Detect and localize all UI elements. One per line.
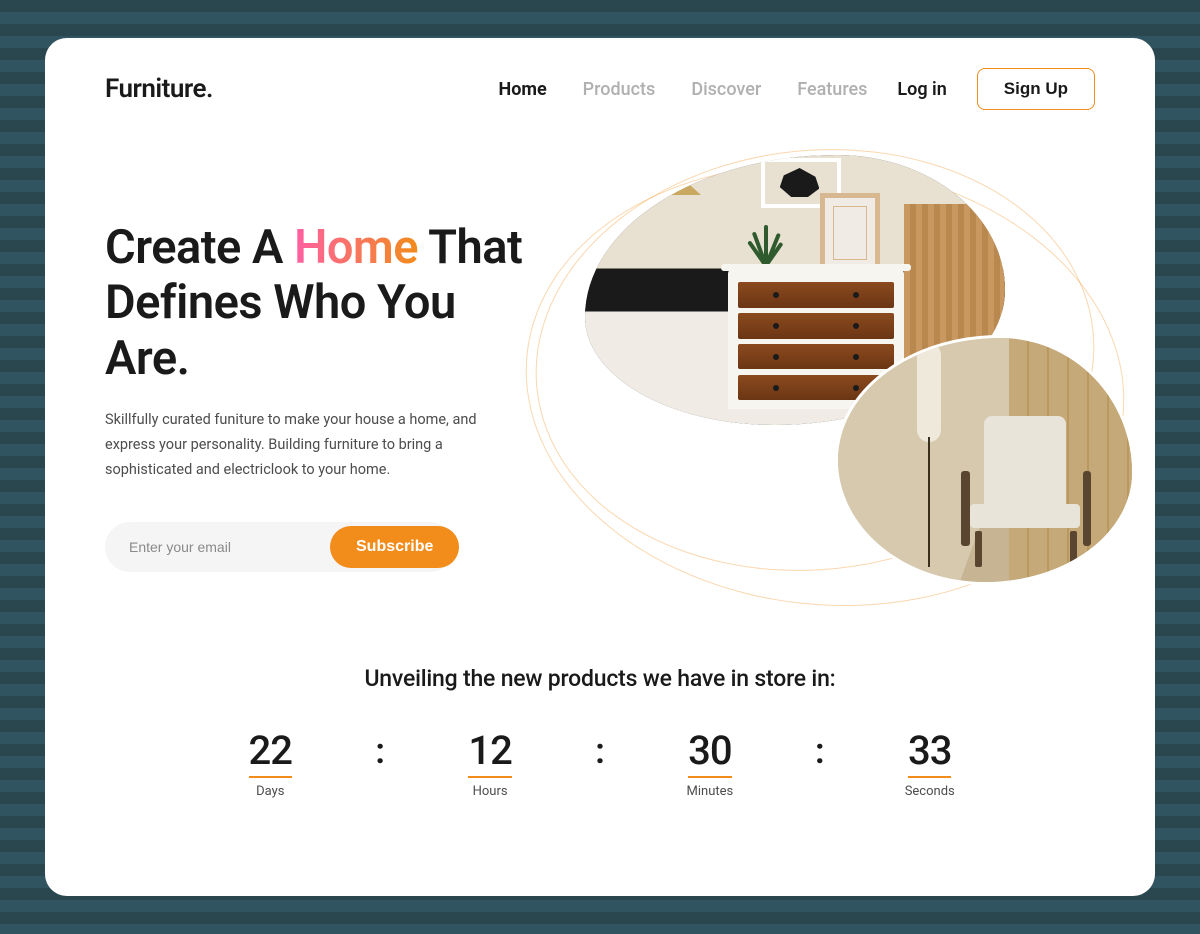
hero-section: Create A Home That Defines Who You Are. …: [105, 155, 1095, 595]
countdown-value: 12: [468, 727, 511, 778]
countdown-label: Seconds: [905, 784, 955, 799]
countdown-days: 22 Days: [235, 727, 305, 799]
hero-description: Skillfully curated funiture to make your…: [105, 408, 505, 482]
login-link[interactable]: Log in: [897, 79, 946, 100]
nav-link-home[interactable]: Home: [498, 79, 546, 100]
nav-links: Home Products Discover Features: [498, 79, 867, 100]
countdown-value: 33: [908, 727, 951, 778]
email-input[interactable]: [109, 526, 330, 568]
pendant-lamp-icon: [661, 177, 701, 195]
nav-link-features[interactable]: Features: [797, 79, 867, 100]
subscribe-button[interactable]: Subscribe: [330, 526, 459, 568]
countdown-minutes: 30 Minutes: [675, 727, 745, 799]
hero-title: Create A Home That Defines Who You Are.: [105, 220, 545, 386]
countdown-seconds: 33 Seconds: [895, 727, 965, 799]
nav-link-products[interactable]: Products: [583, 79, 656, 100]
countdown-row: 22 Days : 12 Hours : 30 Minutes : 33 Sec…: [105, 727, 1095, 799]
signup-button[interactable]: Sign Up: [977, 68, 1095, 110]
armchair-icon: [956, 416, 1097, 567]
countdown-separator: :: [375, 727, 385, 769]
countdown-label: Days: [256, 784, 284, 799]
countdown-hours: 12 Hours: [455, 727, 525, 799]
brand-logo[interactable]: Furniture.: [105, 74, 213, 104]
hero-left: Create A Home That Defines Who You Are. …: [105, 155, 545, 572]
landing-card: Furniture. Home Products Discover Featur…: [45, 38, 1155, 896]
countdown-separator: :: [595, 727, 605, 769]
hero-image-area: [555, 155, 1095, 595]
hero-image-chair: [835, 335, 1135, 585]
countdown-section: Unveiling the new products we have in st…: [105, 665, 1095, 799]
countdown-label: Hours: [473, 784, 508, 799]
countdown-separator: :: [815, 727, 825, 769]
top-nav: Furniture. Home Products Discover Featur…: [105, 68, 1095, 110]
hero-title-highlight: Home: [294, 220, 418, 275]
countdown-value: 22: [249, 727, 292, 778]
picture-frame-icon: [820, 193, 880, 273]
countdown-label: Minutes: [687, 784, 734, 799]
floor-lamp-icon: [909, 343, 950, 567]
nav-link-discover[interactable]: Discover: [691, 79, 761, 100]
hero-title-part1: Create A: [105, 220, 294, 275]
countdown-title: Unveiling the new products we have in st…: [105, 665, 1095, 692]
nav-right: Home Products Discover Features Log in S…: [498, 68, 1095, 110]
subscribe-form: Subscribe: [105, 522, 455, 572]
countdown-value: 30: [688, 727, 731, 778]
